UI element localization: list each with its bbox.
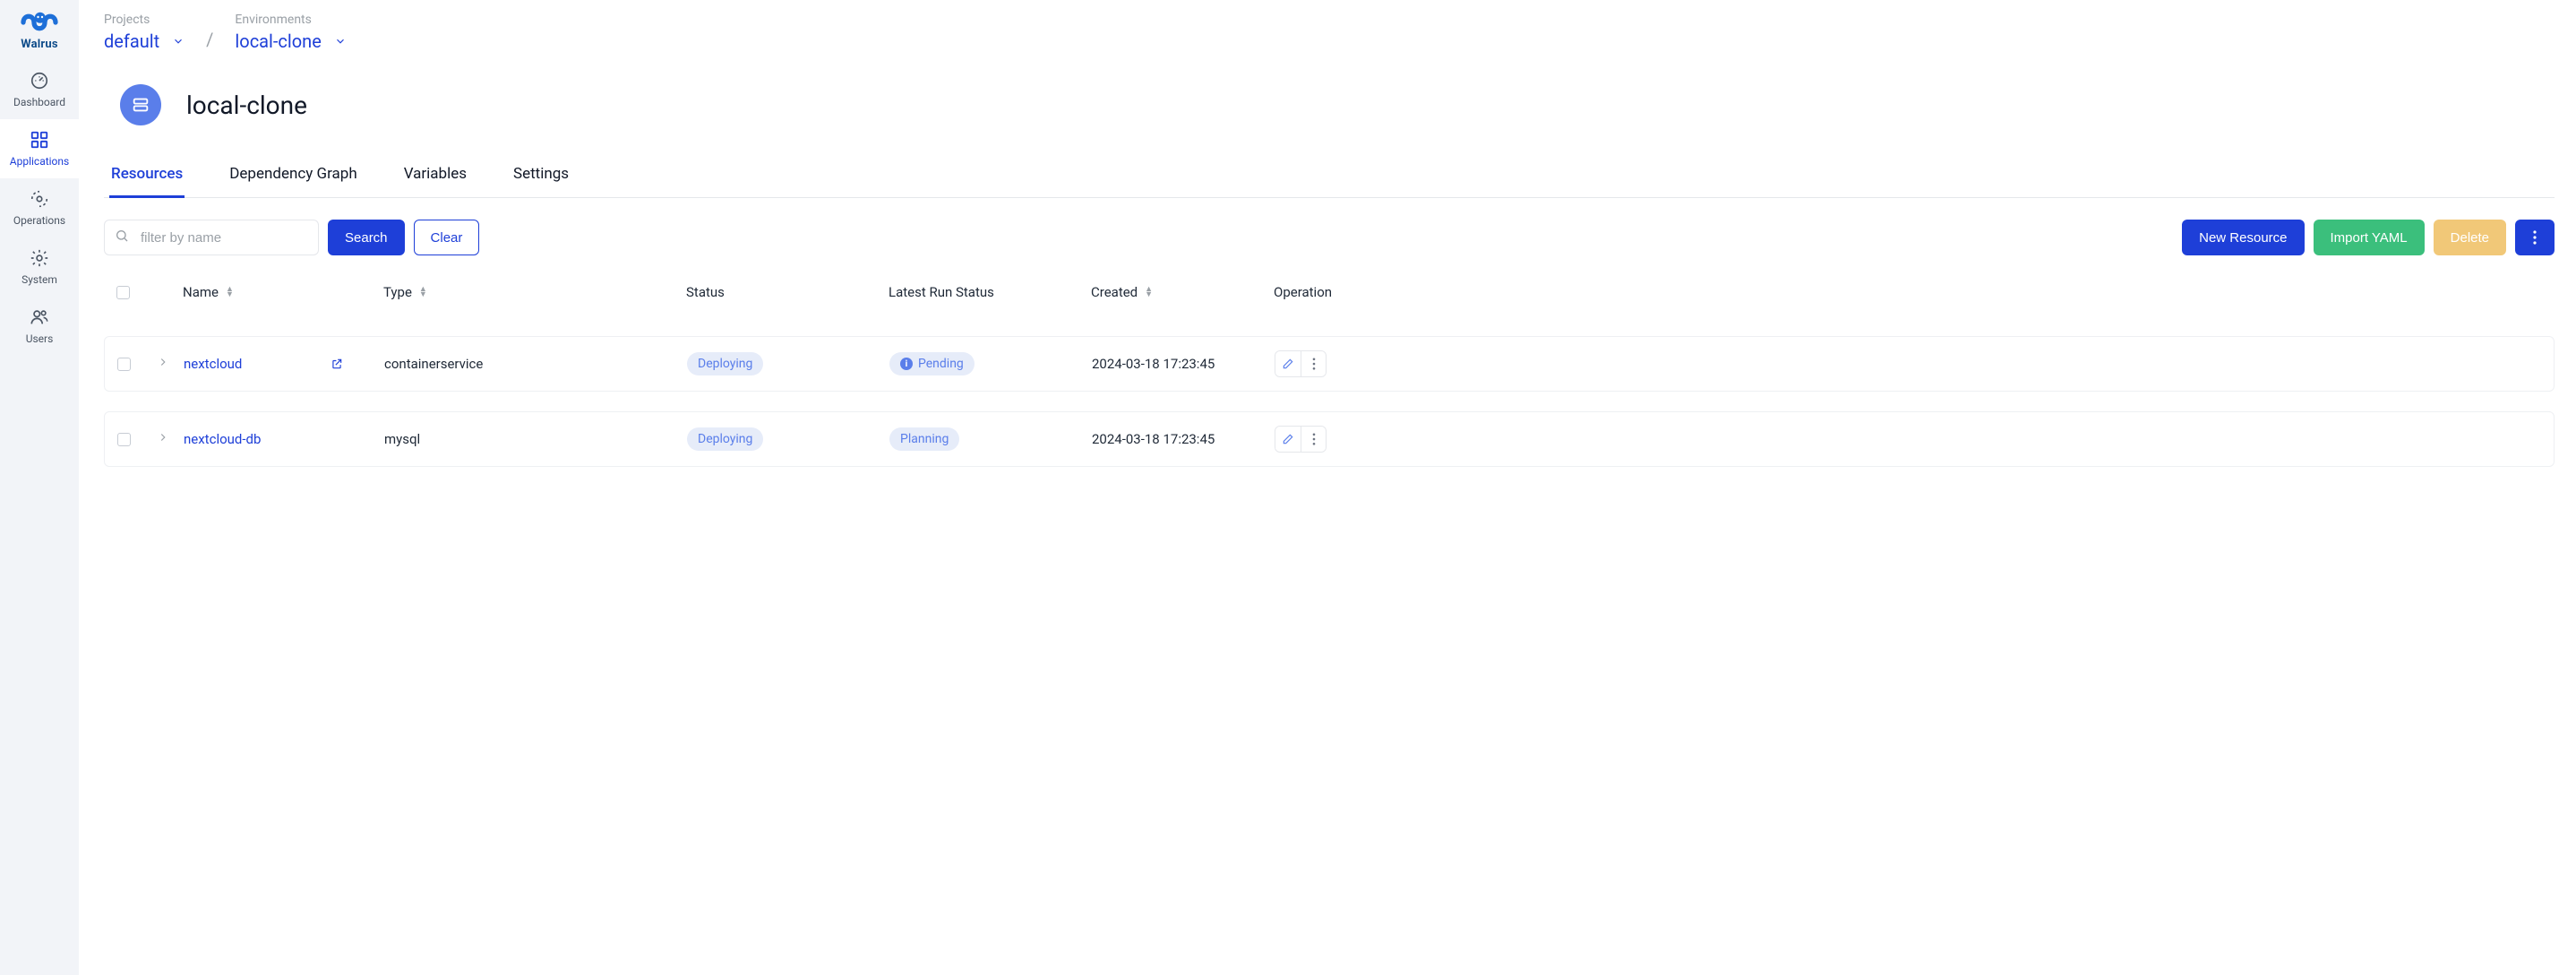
tabs: Resources Dependency Graph Variables Set…: [104, 165, 2555, 198]
resource-name-link[interactable]: nextcloud-db: [184, 431, 261, 447]
expand-toggle[interactable]: [157, 356, 169, 368]
sidebar-item-label: Users: [26, 332, 54, 345]
col-header-type[interactable]: Type: [383, 284, 412, 300]
row-checkbox[interactable]: [117, 358, 131, 371]
col-header-operation: Operation: [1274, 284, 1332, 300]
created-timestamp: 2024-03-18 17:23:45: [1092, 431, 1215, 447]
row-more-button[interactable]: [1301, 351, 1326, 376]
info-icon: i: [900, 358, 913, 370]
dashboard-icon: [30, 71, 49, 91]
resource-name-link[interactable]: nextcloud: [184, 356, 242, 372]
filter-input[interactable]: [104, 220, 319, 255]
select-all-checkbox[interactable]: [116, 286, 130, 299]
edit-button[interactable]: [1275, 351, 1301, 376]
page-header: local-clone: [120, 84, 2555, 125]
edit-icon: [1282, 358, 1294, 370]
breadcrumb-separator: /: [206, 29, 213, 52]
chevron-down-icon: [334, 35, 347, 47]
vertical-dots-icon: [2533, 230, 2537, 245]
vertical-dots-icon: [1312, 358, 1316, 370]
users-icon: [30, 307, 49, 327]
run-status-badge: Planning: [889, 427, 959, 451]
breadcrumb-project-selector[interactable]: default: [104, 30, 185, 52]
resource-type: containerservice: [384, 356, 483, 372]
sort-icon[interactable]: ▲▼: [226, 287, 234, 298]
breadcrumb-env-selector[interactable]: local-clone: [235, 30, 346, 52]
breadcrumb-env-value: local-clone: [235, 30, 321, 52]
col-header-name[interactable]: Name: [183, 284, 219, 300]
tab-resources[interactable]: Resources: [109, 165, 185, 198]
breadcrumb-environment: Environments local-clone: [235, 13, 346, 52]
sidebar-item-applications[interactable]: Applications: [0, 119, 79, 178]
sort-icon[interactable]: ▲▼: [419, 287, 427, 298]
row-operations: [1275, 350, 1327, 377]
tab-dependency-graph[interactable]: Dependency Graph: [228, 165, 358, 198]
breadcrumb-env-label: Environments: [235, 13, 346, 27]
action-bar: Search Clear New Resource Import YAML De…: [104, 220, 2555, 255]
filter-box: [104, 220, 319, 255]
environment-icon: [120, 84, 161, 125]
sidebar-item-label: Dashboard: [13, 96, 65, 108]
breadcrumb-project-label: Projects: [104, 13, 185, 27]
search-icon: [115, 229, 129, 246]
sidebar-item-system[interactable]: System: [0, 237, 79, 297]
operations-icon: [30, 189, 49, 209]
sort-icon[interactable]: ▲▼: [1145, 287, 1153, 298]
sidebar-item-label: System: [21, 273, 57, 286]
expand-toggle[interactable]: [157, 431, 169, 444]
sidebar-item-dashboard[interactable]: Dashboard: [0, 60, 79, 119]
sidebar-nav: Dashboard Applications Operations System: [0, 60, 79, 356]
edit-icon: [1282, 433, 1294, 445]
gear-icon: [30, 248, 49, 268]
breadcrumb-project-value: default: [104, 30, 159, 52]
new-resource-button[interactable]: New Resource: [2182, 220, 2304, 255]
table-row: nextcloud containerservice Deploying i P…: [104, 336, 2555, 392]
right-actions: New Resource Import YAML Delete: [2182, 220, 2555, 255]
import-yaml-button[interactable]: Import YAML: [2314, 220, 2425, 255]
row-checkbox[interactable]: [117, 433, 131, 446]
breadcrumb: Projects default / Environments local-cl…: [104, 13, 2555, 52]
left-actions: Search Clear: [104, 220, 479, 255]
sidebar-item-users[interactable]: Users: [0, 297, 79, 356]
sidebar: Walrus Dashboard Applications Operations: [0, 0, 79, 975]
external-link-icon[interactable]: [331, 358, 343, 370]
created-timestamp: 2024-03-18 17:23:45: [1092, 356, 1215, 372]
resources-table: Name ▲▼ Type ▲▼ Status Latest Run Status…: [104, 268, 2555, 467]
sidebar-item-label: Operations: [13, 214, 65, 227]
sidebar-item-label: Applications: [10, 155, 69, 168]
col-header-status: Status: [686, 284, 725, 300]
chevron-down-icon: [172, 35, 185, 47]
brand-name: Walrus: [21, 38, 57, 51]
delete-button[interactable]: Delete: [2434, 220, 2506, 255]
row-more-button[interactable]: [1301, 427, 1326, 452]
run-status-badge: i Pending: [889, 352, 975, 375]
clear-button[interactable]: Clear: [414, 220, 480, 255]
resource-type: mysql: [384, 431, 420, 447]
walrus-logo-icon: [18, 9, 61, 36]
status-badge: Deploying: [687, 352, 763, 375]
sidebar-item-operations[interactable]: Operations: [0, 178, 79, 237]
row-operations: [1275, 426, 1327, 453]
brand-logo[interactable]: Walrus: [0, 5, 79, 60]
tab-variables[interactable]: Variables: [402, 165, 468, 198]
edit-button[interactable]: [1275, 427, 1301, 452]
status-badge: Deploying: [687, 427, 763, 451]
search-button[interactable]: Search: [328, 220, 405, 255]
col-header-run-status: Latest Run Status: [889, 284, 994, 300]
table-row: nextcloud-db mysql Deploying Planning 20…: [104, 411, 2555, 467]
table-header: Name ▲▼ Type ▲▼ Status Latest Run Status…: [104, 268, 2555, 316]
tab-settings[interactable]: Settings: [511, 165, 571, 198]
page-title: local-clone: [186, 91, 307, 120]
col-header-created[interactable]: Created: [1091, 284, 1138, 300]
more-actions-button[interactable]: [2515, 220, 2555, 255]
breadcrumb-project: Projects default: [104, 13, 185, 52]
vertical-dots-icon: [1312, 433, 1316, 445]
applications-icon: [30, 130, 49, 150]
main-content: Projects default / Environments local-cl…: [79, 0, 2576, 975]
